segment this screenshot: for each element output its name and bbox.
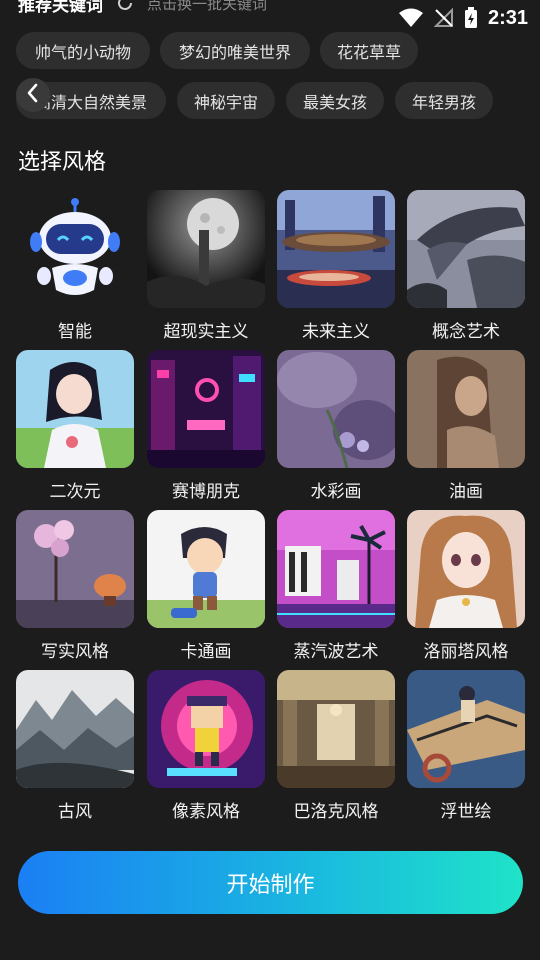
keyword-chip[interactable]: 神秘宇宙 — [177, 82, 275, 119]
keyword-chip[interactable]: 最美女孩 — [286, 82, 384, 119]
style-thumbnail — [407, 670, 525, 788]
style-thumbnail — [16, 350, 134, 468]
status-bar: 2:31 — [398, 6, 528, 30]
chevron-left-icon — [25, 83, 41, 107]
style-card-concept-art[interactable]: 概念艺术 — [407, 190, 525, 342]
style-label: 巴洛克风格 — [293, 802, 379, 822]
style-card-surrealism[interactable]: 超现实主义 — [147, 190, 265, 342]
style-card-watercolor[interactable]: 水彩画 — [277, 350, 395, 502]
keyword-chip[interactable]: 梦幻的唯美世界 — [160, 32, 310, 69]
style-thumbnail — [147, 190, 265, 308]
keyword-chip[interactable]: 年轻男孩 — [395, 82, 493, 119]
style-thumbnail — [277, 190, 395, 308]
style-thumbnail — [147, 670, 265, 788]
style-thumbnail — [277, 350, 395, 468]
style-card-cyberpunk[interactable]: 赛博朋克 — [147, 350, 265, 502]
style-thumbnail — [147, 510, 265, 628]
style-label: 概念艺术 — [432, 322, 500, 342]
battery-charging-icon — [464, 7, 478, 29]
style-label: 油画 — [449, 482, 483, 502]
style-card-smart[interactable]: 智能 — [16, 190, 134, 342]
style-card-realistic[interactable]: 写实风格 — [16, 510, 134, 662]
style-label: 写实风格 — [41, 642, 109, 662]
style-thumbnail — [16, 670, 134, 788]
style-card-ukiyoe[interactable]: 浮世绘 — [407, 670, 525, 822]
style-card-futurism[interactable]: 未来主义 — [277, 190, 395, 342]
style-label: 超现实主义 — [163, 322, 249, 342]
back-button[interactable] — [16, 78, 50, 112]
recommended-keywords-title: 推荐关键词 — [18, 0, 103, 16]
style-thumbnail — [277, 510, 395, 628]
style-card-ancient[interactable]: 古风 — [16, 670, 134, 822]
style-label: 二次元 — [49, 482, 101, 502]
start-create-button[interactable]: 开始制作 — [18, 851, 523, 914]
style-label: 像素风格 — [172, 802, 240, 822]
section-title: 选择风格 — [18, 150, 107, 175]
keyword-chip[interactable]: 帅气的小动物 — [16, 32, 150, 69]
style-card-oil-painting[interactable]: 油画 — [407, 350, 525, 502]
robot-icon — [16, 190, 134, 308]
clock: 2:31 — [487, 6, 528, 29]
style-card-baroque[interactable]: 巴洛克风格 — [277, 670, 395, 822]
no-signal-icon — [433, 8, 454, 28]
style-card-vaporwave[interactable]: 蒸汽波艺术 — [277, 510, 395, 662]
style-thumbnail — [147, 350, 265, 468]
style-thumbnail — [407, 510, 525, 628]
refresh-hint[interactable]: 点击换一批关键词 — [147, 0, 267, 14]
style-thumbnail — [407, 190, 525, 308]
style-label: 赛博朋克 — [172, 482, 240, 502]
style-label: 蒸汽波艺术 — [293, 642, 379, 662]
style-label: 古风 — [58, 802, 92, 822]
style-card-lolita[interactable]: 洛丽塔风格 — [407, 510, 525, 662]
keyword-chip[interactable]: 花花草草 — [320, 32, 418, 69]
style-thumbnail — [277, 670, 395, 788]
style-label: 洛丽塔风格 — [423, 642, 509, 662]
style-label: 水彩画 — [310, 482, 362, 502]
keyword-header: 推荐关键词 点击换一批关键词 — [18, 0, 267, 16]
style-card-pixel[interactable]: 像素风格 — [147, 670, 265, 822]
style-label: 浮世绘 — [440, 802, 492, 822]
refresh-icon[interactable] — [115, 0, 135, 13]
style-label: 智能 — [58, 322, 92, 342]
style-card-cartoon[interactable]: 卡通画 — [147, 510, 265, 662]
style-card-anime[interactable]: 二次元 — [16, 350, 134, 502]
style-label: 卡通画 — [180, 642, 232, 662]
style-thumbnail — [407, 350, 525, 468]
style-thumbnail — [16, 510, 134, 628]
style-label: 未来主义 — [302, 322, 370, 342]
wifi-icon — [398, 8, 424, 28]
